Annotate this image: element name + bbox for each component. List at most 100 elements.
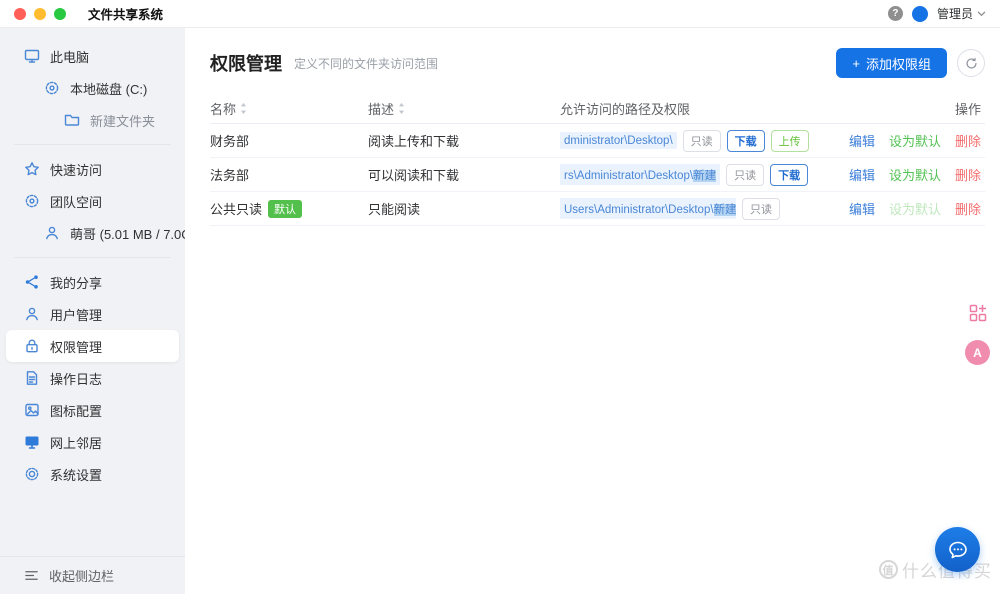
column-header-0[interactable]: 名称 [210,99,368,118]
delete-link[interactable]: 删除 [955,165,981,184]
minimize-window-button[interactable] [34,8,46,20]
app-title: 文件共享系统 [88,4,163,23]
image-icon [24,402,40,418]
plus-icon: + [852,56,860,71]
edit-link[interactable]: 编辑 [849,199,875,218]
chat-button[interactable] [935,527,980,572]
avatar[interactable] [912,6,928,22]
group-description: 只能阅读 [368,199,560,218]
sidebar-item-label: 本地磁盘 (C:) [70,79,147,98]
page-title: 权限管理 [210,50,282,76]
path-input[interactable]: rs\Administrator\Desktop\新建 [560,164,720,185]
sidebar-item-label: 团队空间 [50,192,102,211]
sidebar-item-11[interactable]: 操作日志 [6,362,179,394]
help-icon[interactable]: ? [888,6,903,21]
sidebar-item-label: 新建文件夹 [90,111,155,130]
sidebar-item-14[interactable]: 系统设置 [6,458,179,490]
permission-pill-read[interactable]: 只读 [726,164,764,186]
delete-link[interactable]: 删除 [955,131,981,150]
row-actions: 编辑设为默认删除 [817,165,985,184]
group-name: 法务部 [210,165,249,184]
disk-icon [24,193,40,209]
path-permissions-cell: dministrator\Desktop\ 只读下载上传 [560,130,817,152]
disk-icon [44,80,60,96]
table-row: 法务部可以阅读和下载rs\Administrator\Desktop\新建只读下… [210,158,985,192]
path-permissions-cell: Users\Administrator\Desktop\新建文件只读 [560,198,817,220]
sidebar-item-label: 权限管理 [50,337,102,356]
sidebar-list: 此电脑本地磁盘 (C:) 新建文件夹快速访问团队空间萌哥 (5.01 MB / 7… [0,40,185,556]
sidebar-item-6[interactable]: 萌哥 (5.01 MB / 7.0GB) [6,217,179,249]
refresh-button[interactable] [957,49,985,77]
folder-icon [64,112,80,128]
sidebar-item-12[interactable]: 图标配置 [6,394,179,426]
add-button-label: 添加权限组 [866,54,931,73]
page-subtitle: 定义不同的文件夹访问范围 [294,55,438,72]
path-input[interactable]: dministrator\Desktop\ [560,132,677,149]
edit-link[interactable]: 编辑 [849,165,875,184]
user-icon [24,306,40,322]
column-header-2: 允许访问的路径及权限 [560,99,817,118]
translate-icon[interactable]: A [965,340,990,365]
sidebar-item-0[interactable]: 此电脑 [6,40,179,72]
sidebar-item-4[interactable]: 快速访问 [6,153,179,185]
doc-icon [24,370,40,386]
user-name: 管理员 [937,5,973,22]
widget-grid-icon[interactable] [968,303,988,326]
permission-pill-download[interactable]: 下载 [770,164,808,186]
group-description: 阅读上传和下载 [368,131,560,150]
sidebar-item-13[interactable]: 网上邻居 [6,426,179,458]
column-header-1[interactable]: 描述 [368,99,560,118]
table-row: 公共只读默认只能阅读Users\Administrator\Desktop\新建… [210,192,985,226]
set-default-link[interactable]: 设为默认 [889,165,941,184]
share-icon [24,274,40,290]
sidebar-divider [14,144,171,145]
sidebar-divider [14,257,171,258]
sidebar-item-label: 我的分享 [50,273,102,292]
add-permission-group-button[interactable]: + 添加权限组 [836,48,947,78]
sidebar-item-9[interactable]: 用户管理 [6,298,179,330]
translate-glyph: A [973,346,982,360]
permission-pill-read[interactable]: 只读 [742,198,780,220]
collapse-label: 收起侧边栏 [49,566,114,585]
edit-link[interactable]: 编辑 [849,131,875,150]
monitor-icon [24,48,40,64]
maximize-window-button[interactable] [54,8,66,20]
path-permissions-cell: rs\Administrator\Desktop\新建只读下载 [560,164,817,186]
sidebar-item-label: 快速访问 [50,160,102,179]
set-default-link: 设为默认 [889,199,941,218]
sidebar-item-label: 操作日志 [50,369,102,388]
sidebar-item-8[interactable]: 我的分享 [6,266,179,298]
column-header-label: 描述 [368,99,394,118]
lock-icon [24,338,40,354]
path-highlight: 新建文件 [714,204,736,216]
user-icon [44,225,60,241]
collapse-sidebar-button[interactable]: 收起侧边栏 [0,556,185,594]
default-badge: 默认 [268,200,302,218]
group-name-cell: 财务部 [210,131,368,150]
window-controls [14,8,66,20]
gear-icon [24,466,40,482]
sidebar-item-10[interactable]: 权限管理 [6,330,179,362]
user-menu[interactable]: 管理员 [937,5,986,22]
group-name-cell: 法务部 [210,165,368,184]
column-header-label: 名称 [210,99,236,118]
sidebar-item-2[interactable]: 新建文件夹 [6,104,179,136]
sidebar-item-label: 此电脑 [50,47,89,66]
sidebar-item-label: 网上邻居 [50,433,102,452]
set-default-link[interactable]: 设为默认 [889,131,941,150]
sort-icon[interactable] [239,102,248,115]
collapse-icon [24,568,39,583]
group-name: 财务部 [210,131,249,150]
permission-pill-upload[interactable]: 上传 [771,130,809,152]
sort-icon[interactable] [397,102,406,115]
sidebar-item-5[interactable]: 团队空间 [6,185,179,217]
permission-pill-download[interactable]: 下载 [727,130,765,152]
path-input[interactable]: Users\Administrator\Desktop\新建文件 [560,198,736,219]
sidebar-item-label: 系统设置 [50,465,102,484]
close-window-button[interactable] [14,8,26,20]
sidebar-item-1[interactable]: 本地磁盘 (C:) [6,72,179,104]
permission-pill-read[interactable]: 只读 [683,130,721,152]
permission-table: 名称描述允许访问的路径及权限操作 财务部阅读上传和下载dministrator\… [210,94,985,226]
delete-link[interactable]: 删除 [955,199,981,218]
sidebar-item-label: 用户管理 [50,305,102,324]
